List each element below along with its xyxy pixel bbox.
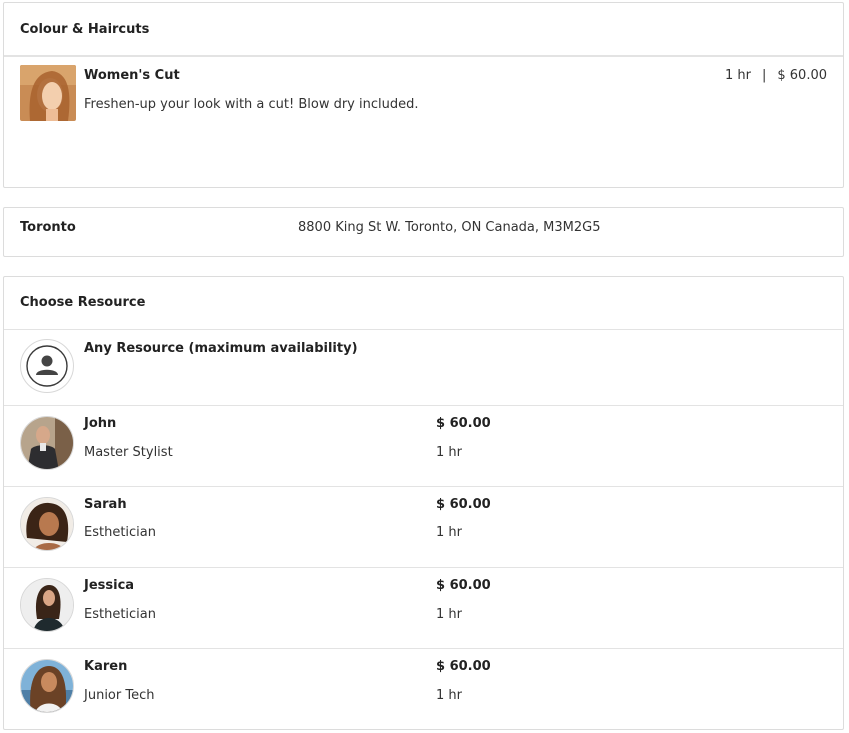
resource-role: Esthetician (84, 607, 156, 622)
service-meta: 1 hr | $ 60.00 (725, 68, 827, 83)
resource-row-any[interactable]: Any Resource (maximum availability) (4, 329, 843, 406)
resource-duration: 1 hr (436, 607, 462, 622)
resource-price: $ 60.00 (436, 578, 491, 593)
avatar (20, 497, 74, 551)
location-address: 8800 King St W. Toronto, ON Canada, M3M2… (298, 220, 601, 235)
service-title: Women's Cut (84, 68, 180, 83)
resource-name: Sarah (84, 497, 127, 512)
resource-duration: 1 hr (436, 688, 462, 703)
service-section-header: Colour & Haircuts (4, 3, 843, 57)
avatar (20, 416, 74, 470)
resource-section-header: Choose Resource (4, 277, 843, 330)
location-card: Toronto 8800 King St W. Toronto, ON Cana… (3, 207, 844, 257)
service-card: Colour & Haircuts Women's Cut Freshen-up… (3, 2, 844, 188)
avatar (20, 659, 74, 713)
service-section-title: Colour & Haircuts (20, 22, 150, 37)
resource-name: Jessica (84, 578, 135, 593)
resource-row[interactable]: Jessica Esthetician $ 60.00 1 hr (4, 568, 843, 649)
resource-price: $ 60.00 (436, 497, 491, 512)
resource-name: Karen (84, 659, 128, 674)
resource-duration: 1 hr (436, 525, 462, 540)
resource-role: Esthetician (84, 525, 156, 540)
resource-role: Master Stylist (84, 445, 173, 460)
resource-name: John (84, 416, 117, 431)
resource-card: Choose Resource Any Resource (maximum av… (3, 276, 844, 730)
resource-section-title: Choose Resource (20, 295, 146, 310)
resource-price: $ 60.00 (436, 659, 491, 674)
service-description: Freshen-up your look with a cut! Blow dr… (84, 97, 419, 112)
location-name: Toronto (20, 220, 76, 235)
service-duration: 1 hr (724, 68, 751, 83)
resource-row[interactable]: Karen Junior Tech $ 60.00 1 hr (4, 649, 843, 729)
meta-separator: | (761, 68, 767, 83)
resource-row[interactable]: Sarah Esthetician $ 60.00 1 hr (4, 487, 843, 568)
any-resource-label: Any Resource (maximum availability) (84, 341, 358, 356)
resource-price: $ 60.00 (436, 416, 491, 431)
resource-row[interactable]: John Master Stylist $ 60.00 1 hr (4, 406, 843, 487)
service-price: $ 60.00 (777, 68, 827, 83)
resource-duration: 1 hr (436, 445, 462, 460)
avatar (20, 578, 74, 632)
resource-role: Junior Tech (84, 688, 155, 703)
user-icon (20, 339, 74, 393)
service-thumbnail (20, 65, 76, 121)
